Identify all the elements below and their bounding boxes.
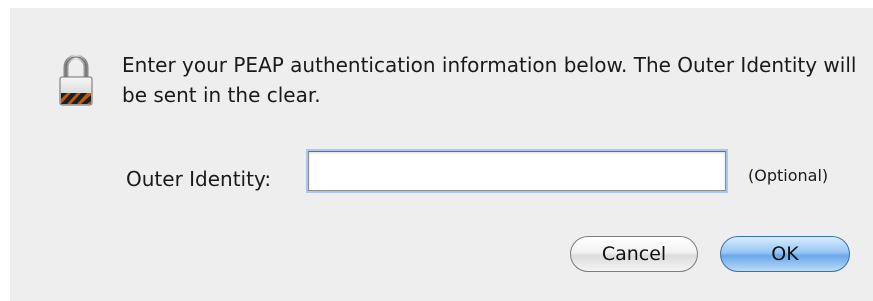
optional-note: (Optional) bbox=[748, 166, 829, 185]
outer-identity-label: Outer Identity: bbox=[126, 167, 272, 191]
outer-identity-input[interactable] bbox=[306, 149, 728, 193]
cancel-button[interactable]: Cancel bbox=[570, 236, 698, 272]
lock-icon bbox=[58, 52, 94, 108]
dialog-message: Enter your PEAP authentication informati… bbox=[122, 53, 857, 107]
peap-authentication-dialog: Enter your PEAP authentication informati… bbox=[10, 8, 873, 301]
ok-button[interactable]: OK bbox=[720, 236, 850, 272]
